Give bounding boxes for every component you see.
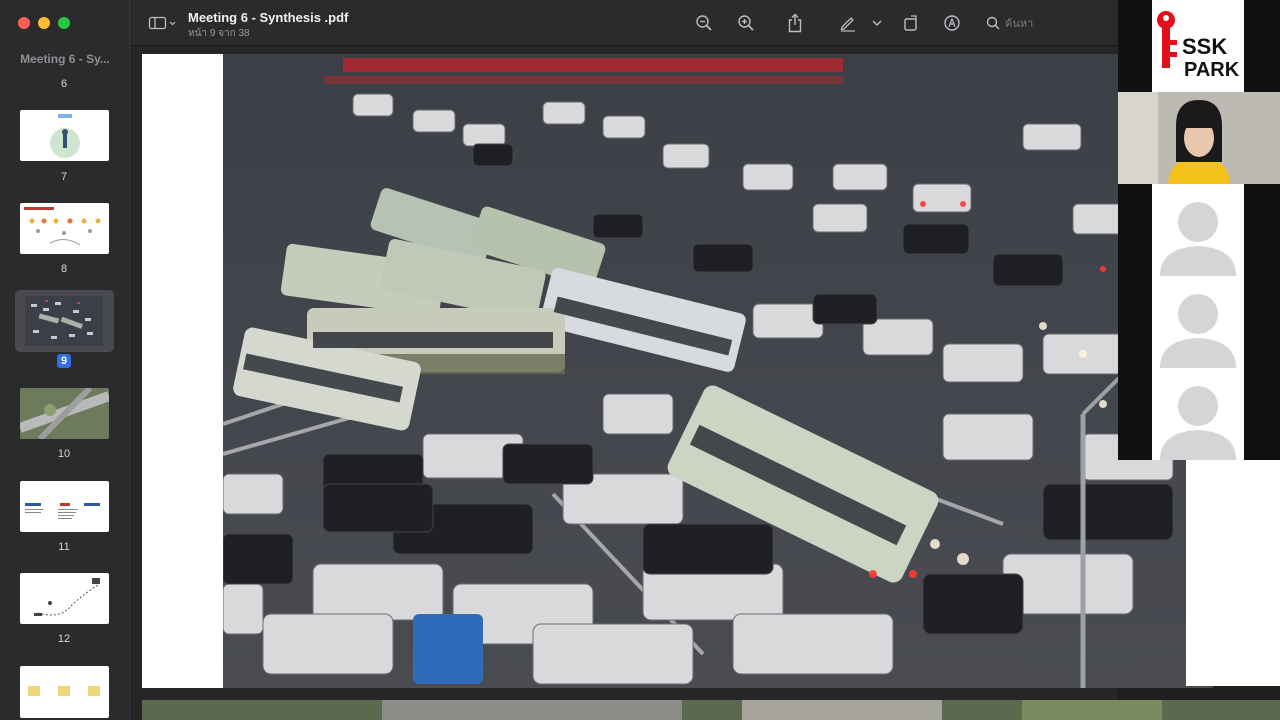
search-field[interactable]: ค้นหา bbox=[982, 12, 1110, 34]
sidebar-toggle-button[interactable] bbox=[146, 12, 178, 34]
zoom-out-button[interactable] bbox=[693, 12, 715, 34]
share-icon bbox=[788, 13, 802, 33]
page-thumbnail-13[interactable] bbox=[20, 666, 109, 718]
page-thumbnail-12[interactable] bbox=[20, 573, 109, 624]
chevron-down-icon bbox=[872, 20, 882, 26]
page-thumbnail-11[interactable] bbox=[20, 481, 109, 532]
page-number-7: 7 bbox=[60, 171, 68, 183]
logo-text-ssk: SSK bbox=[1182, 34, 1227, 59]
rotate-icon bbox=[904, 15, 917, 31]
page-thumbnail-10[interactable] bbox=[20, 388, 109, 439]
page-number-8: 8 bbox=[60, 263, 68, 275]
traffic-jam-photo bbox=[223, 54, 1213, 688]
speaker-avatar bbox=[1118, 92, 1280, 184]
ssk-park-logo: SSK PARK bbox=[1157, 11, 1240, 81]
video-call-panel: SSK PARK bbox=[1118, 0, 1280, 460]
blank-panel bbox=[1186, 460, 1280, 686]
document-viewer[interactable] bbox=[130, 46, 1213, 720]
page-number-10: 10 bbox=[57, 448, 71, 460]
participant-tile-1[interactable] bbox=[1152, 184, 1244, 276]
user-placeholder-icon bbox=[1160, 294, 1236, 368]
page-number-9: 9 bbox=[0, 354, 128, 368]
sidebar-document-title: Meeting 6 - Sy... bbox=[20, 52, 110, 66]
markup-menu-button[interactable] bbox=[869, 12, 885, 34]
share-button[interactable] bbox=[784, 12, 806, 34]
company-logo-tile: SSK PARK bbox=[1152, 0, 1244, 92]
user-placeholder-icon bbox=[1160, 202, 1236, 276]
zoom-window-button[interactable] bbox=[58, 17, 70, 29]
preview-app-window: Meeting 6 - Sy... 6 7 8 9 10 11 12 Meeti… bbox=[0, 0, 1280, 720]
markup-circle-icon bbox=[944, 15, 960, 31]
zoom-out-icon bbox=[696, 15, 712, 31]
speaker-video-tile[interactable] bbox=[1118, 92, 1280, 184]
page-thumbnail-9[interactable] bbox=[25, 296, 103, 346]
zoom-in-button[interactable] bbox=[735, 12, 757, 34]
annotate-button[interactable] bbox=[941, 12, 963, 34]
user-placeholder-icon bbox=[1160, 386, 1236, 460]
active-page-number: 9 bbox=[56, 354, 72, 368]
rotate-button[interactable] bbox=[900, 12, 922, 34]
page-number-11: 11 bbox=[58, 541, 70, 553]
page-thumbnail-8[interactable] bbox=[20, 203, 109, 254]
minimize-window-button[interactable] bbox=[38, 17, 50, 29]
thumbnail-sidebar: Meeting 6 - Sy... 6 7 8 9 10 11 12 bbox=[0, 0, 130, 720]
window-controls bbox=[18, 17, 70, 29]
document-title: Meeting 6 - Synthesis .pdf bbox=[188, 10, 349, 25]
search-icon bbox=[986, 16, 1000, 30]
sidebar-toggle-icon bbox=[148, 16, 176, 30]
markup-button[interactable] bbox=[837, 12, 859, 34]
close-window-button[interactable] bbox=[18, 17, 30, 29]
participant-tile-2[interactable] bbox=[1152, 276, 1244, 368]
zoom-in-icon bbox=[738, 15, 754, 31]
next-page-preview bbox=[142, 700, 1280, 720]
participant-tile-3[interactable] bbox=[1152, 368, 1244, 460]
markup-pen-icon bbox=[840, 17, 855, 32]
logo-text-park: PARK bbox=[1184, 59, 1240, 81]
page-thumbnail-7[interactable] bbox=[20, 110, 109, 161]
page-indicator: หน้า 9 จาก 38 bbox=[188, 28, 250, 39]
page-number-12: 12 bbox=[57, 633, 71, 645]
page-number-6: 6 bbox=[60, 78, 68, 90]
toolbar: Meeting 6 - Synthesis .pdf หน้า 9 จาก 38 bbox=[130, 0, 1118, 46]
search-placeholder: ค้นหา bbox=[1005, 18, 1034, 30]
